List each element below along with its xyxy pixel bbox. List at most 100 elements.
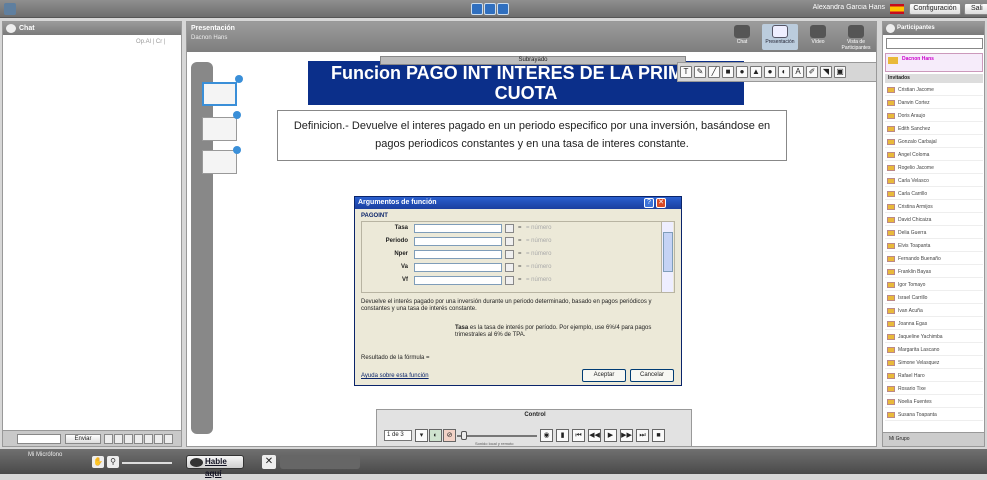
tab-chat[interactable]: Chat — [724, 24, 760, 50]
italic-icon[interactable] — [114, 434, 123, 444]
layout-mode-buttons[interactable] — [471, 3, 511, 15]
participant-row[interactable]: Cristian Jacome — [885, 85, 983, 96]
prev-page-button[interactable]: ⏮ — [572, 429, 585, 442]
host-entry[interactable]: Dacnon Hans — [885, 53, 983, 72]
participant-row[interactable]: Rogelio Jacome — [885, 163, 983, 174]
font-tool-icon[interactable]: A — [792, 66, 804, 78]
pointer-tool-icon[interactable]: ◥ — [820, 66, 832, 78]
help-icon[interactable]: ? — [644, 198, 654, 208]
participant-row[interactable]: Franklin Bayas — [885, 267, 983, 278]
mode-3-icon[interactable] — [497, 3, 509, 15]
tab-presentation[interactable]: Presentación — [762, 24, 798, 50]
participant-row[interactable]: Joanna Egas — [885, 319, 983, 330]
arg-input-tasa[interactable] — [414, 224, 502, 233]
triangle-tool-icon[interactable]: ▲ — [750, 66, 762, 78]
text-tool-icon[interactable]: T — [680, 66, 692, 78]
participant-row[interactable]: Noelia Fuentes — [885, 397, 983, 408]
slide-thumb-1[interactable] — [202, 82, 237, 106]
participant-row[interactable]: Carla Velasco — [885, 176, 983, 187]
close-icon[interactable]: ✕ — [656, 198, 666, 208]
arg-input-nper[interactable] — [414, 250, 502, 259]
image-icon[interactable] — [154, 434, 163, 444]
bold-icon[interactable] — [104, 434, 113, 444]
participant-row[interactable]: Edith Sanchez — [885, 124, 983, 135]
mode-1-icon[interactable] — [471, 3, 483, 15]
collapse-icon[interactable] — [505, 224, 514, 233]
rect-tool-icon[interactable]: ■ — [722, 66, 734, 78]
participant-row[interactable]: David Chicaiza — [885, 215, 983, 226]
collapse-icon[interactable] — [505, 263, 514, 272]
send-button[interactable]: Enviar — [65, 434, 101, 444]
circle-tool-icon[interactable]: ● — [736, 66, 748, 78]
fill-tool-icon[interactable]: ● — [764, 66, 776, 78]
tab-video[interactable]: Vídeo — [800, 24, 836, 50]
collapse-icon[interactable] — [505, 237, 514, 246]
participant-row[interactable]: Fernando Buenaño — [885, 254, 983, 265]
chat-options[interactable]: Op.Al | Cr | — [136, 39, 178, 47]
slide-thumb-2[interactable] — [202, 117, 237, 141]
exit-button[interactable]: Sali — [964, 3, 987, 15]
participant-row[interactable]: Delia Guerra — [885, 228, 983, 239]
ok-button[interactable]: Aceptar — [582, 369, 626, 382]
rewind-button[interactable]: ◀◀ — [588, 429, 601, 442]
participant-row[interactable]: Rosario Tixe — [885, 384, 983, 395]
participant-row[interactable]: Igor Tomayo — [885, 280, 983, 291]
collapse-icon[interactable] — [505, 250, 514, 259]
color-icon[interactable] — [134, 434, 143, 444]
participant-row[interactable]: Carla Carrillo — [885, 189, 983, 200]
mic-volume-slider[interactable] — [122, 462, 172, 464]
scroll-thumb[interactable] — [663, 232, 673, 272]
marker-tool-icon[interactable]: ✐ — [806, 66, 818, 78]
pen-tool-icon[interactable]: ✎ — [694, 66, 706, 78]
arg-input-periodo[interactable] — [414, 237, 502, 246]
my-group-footer[interactable]: Mi Grupo — [883, 432, 984, 446]
participant-row[interactable]: Cristina Armijos — [885, 202, 983, 213]
participant-row[interactable]: Israel Carrillo — [885, 293, 983, 304]
mute-icon[interactable]: ⊘ — [443, 429, 456, 442]
mode-2-icon[interactable] — [484, 3, 496, 15]
line-tool-icon[interactable]: ╱ — [708, 66, 720, 78]
emoji-icon[interactable] — [144, 434, 153, 444]
arg-input-vf[interactable] — [414, 276, 502, 285]
pen-icon[interactable] — [124, 434, 133, 444]
page-select[interactable]: 1 de 3 — [384, 430, 412, 441]
last-page-button[interactable]: ⏭ — [636, 429, 649, 442]
participant-row[interactable]: Gonzalo Carbajal — [885, 137, 983, 148]
participant-row[interactable]: Rafael Haro — [885, 371, 983, 382]
collapse-icon[interactable] — [505, 276, 514, 285]
participant-row[interactable]: Doris Araujo — [885, 111, 983, 122]
volume-slider[interactable] — [457, 435, 537, 437]
subrayado-bar[interactable]: Subrayado — [380, 56, 686, 65]
participant-row[interactable]: Ivan Acuña — [885, 306, 983, 317]
forward-button[interactable]: ▶▶ — [620, 429, 633, 442]
erase-tool-icon[interactable]: ▣ — [834, 66, 846, 78]
play-button[interactable]: ▶ — [604, 429, 617, 442]
help-link[interactable]: Ayuda sobre esta función — [361, 373, 429, 379]
language-flag-icon[interactable] — [890, 4, 904, 14]
page-dropdown-icon[interactable]: ▾ — [415, 429, 428, 442]
first-page-button[interactable]: ▮ — [556, 429, 569, 442]
participant-row[interactable]: Jaqueline Yachimba — [885, 332, 983, 343]
participant-row[interactable]: Margarita Lascano — [885, 345, 983, 356]
hand-icon[interactable]: ✋ — [92, 456, 104, 468]
args-scrollbar[interactable] — [661, 222, 673, 292]
volume-knob[interactable] — [461, 431, 467, 440]
color-tool-icon[interactable]: ◐ — [778, 66, 790, 78]
record-button[interactable]: ◉ — [540, 429, 553, 442]
cancel-button[interactable]: Cancelar — [630, 369, 674, 382]
talk-button[interactable]: Hable aquí — [186, 455, 244, 478]
participant-row[interactable]: Simone Velasquez — [885, 358, 983, 369]
participant-row[interactable]: Susana Toapanta — [885, 410, 983, 421]
participant-row[interactable]: Darwin Cortez — [885, 98, 983, 109]
location-icon[interactable]: ⚲ — [107, 456, 119, 468]
clear-icon[interactable] — [164, 434, 173, 444]
arg-input-va[interactable] — [414, 263, 502, 272]
close-icon[interactable]: ✕ — [262, 455, 276, 469]
participant-row[interactable]: Angel Coloma — [885, 150, 983, 161]
participant-search-input[interactable] — [886, 38, 983, 49]
stop-button[interactable]: ■ — [652, 429, 665, 442]
participant-row[interactable]: Elvis Toapanta — [885, 241, 983, 252]
slide-thumb-3[interactable] — [202, 150, 237, 174]
tab-participants-view[interactable]: Vista de Participantes — [838, 24, 874, 51]
sound-icon[interactable]: ◐ — [429, 429, 442, 442]
